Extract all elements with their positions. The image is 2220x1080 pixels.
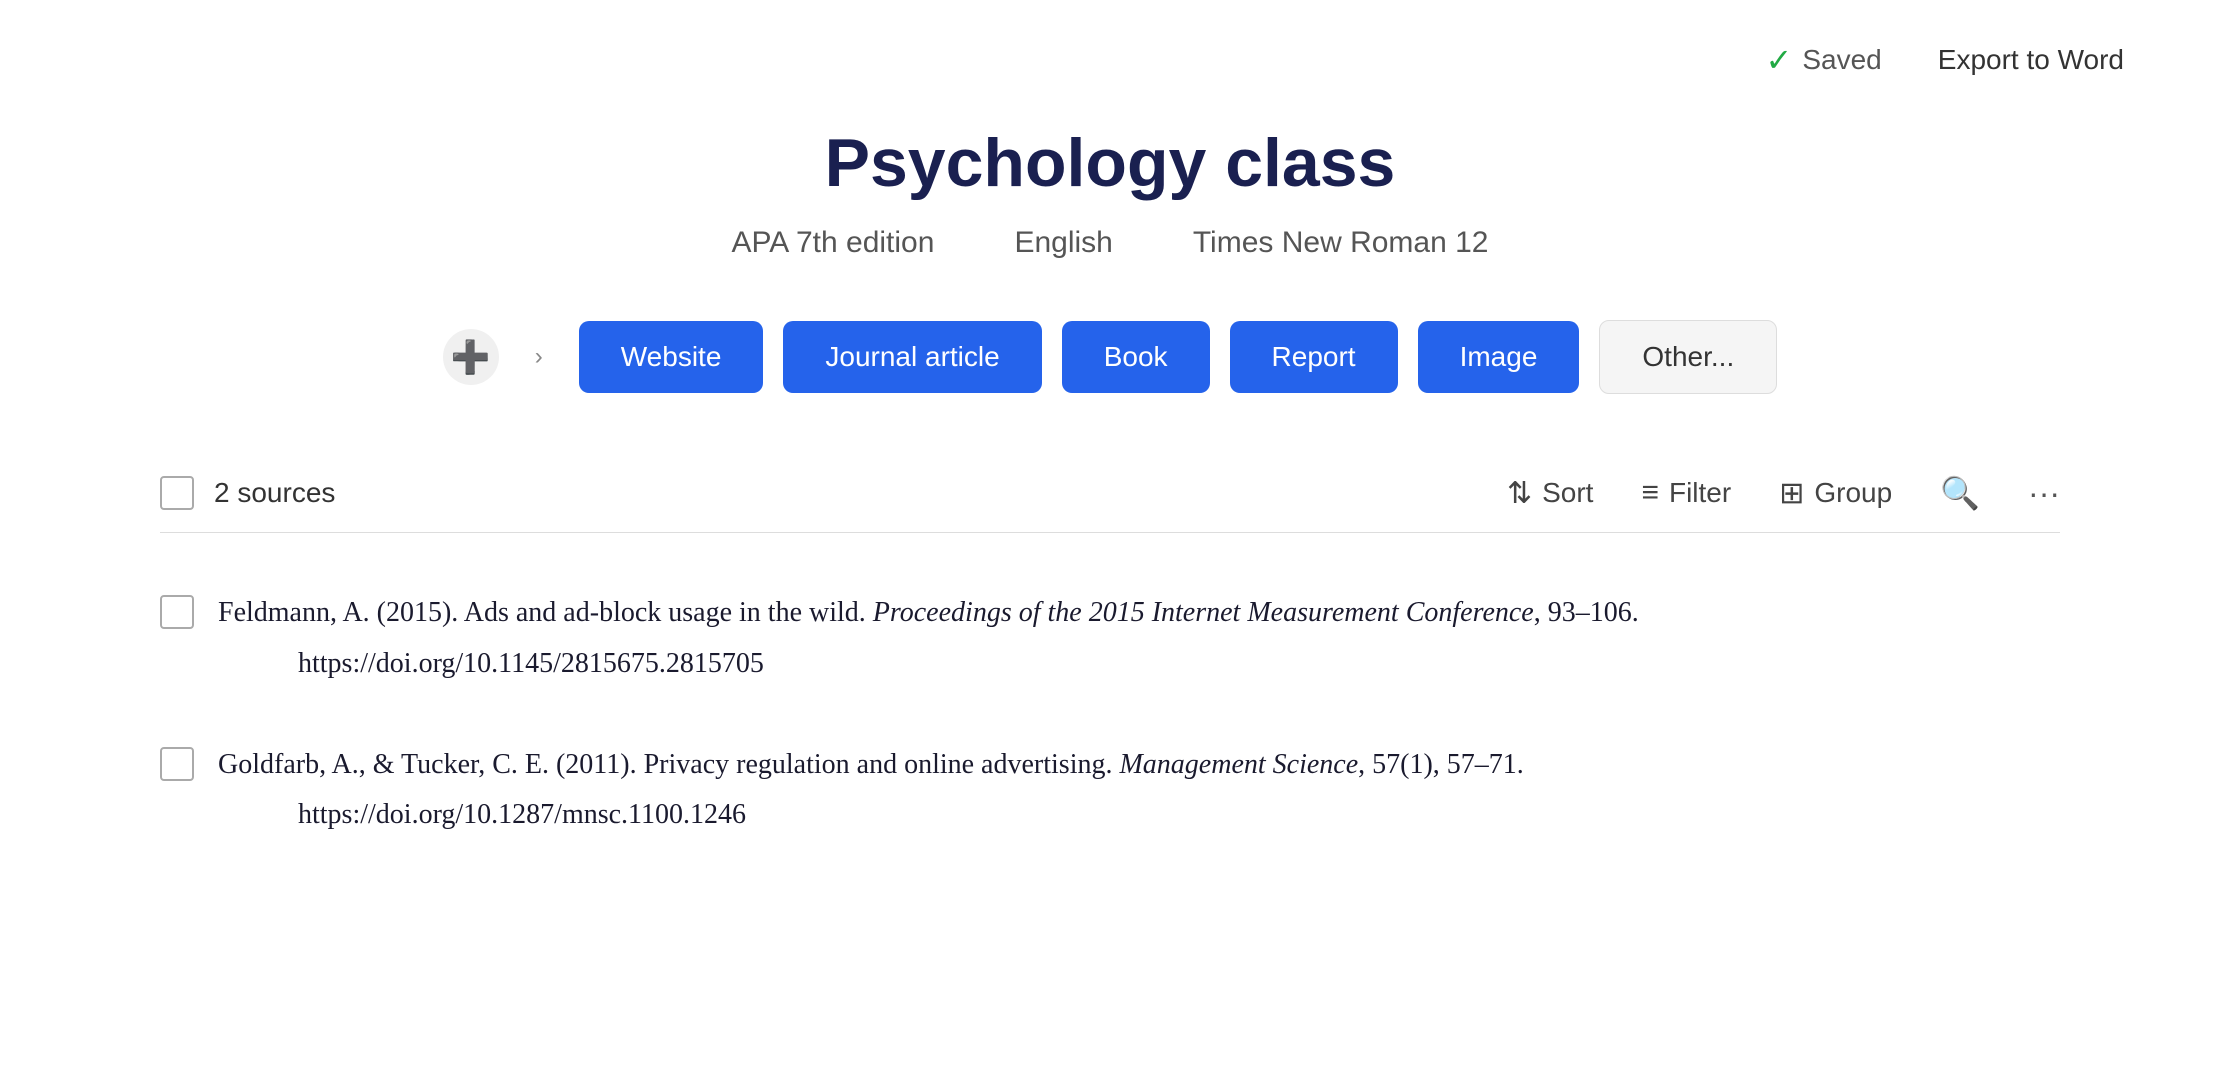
image-button[interactable]: Image [1418, 321, 1580, 393]
sources-left: 2 sources [160, 476, 335, 510]
font-label: Times New Roman 12 [1193, 226, 1489, 260]
group-label: Group [1814, 477, 1892, 509]
sources-right: ⇅ Sort ≡ Filter ⊞ Group 🔍 ··· [1507, 474, 2060, 512]
filter-icon: ≡ [1641, 476, 1659, 510]
website-button[interactable]: Website [579, 321, 764, 393]
table-row: Goldfarb, A., & Tucker, C. E. (2011). Pr… [160, 715, 2060, 867]
language-label: English [1014, 226, 1112, 260]
plus-icon: ➕ [451, 338, 491, 376]
citation-1-before-italic: Feldmann, A. (2015). Ads and ad-block us… [218, 597, 873, 628]
group-button[interactable]: ⊞ Group [1779, 476, 1892, 511]
citation-text-1: Feldmann, A. (2015). Ads and ad-block us… [218, 591, 1639, 687]
other-button[interactable]: Other... [1599, 320, 1777, 394]
source-type-row: ➕ › Website Journal article Book Report … [443, 320, 1777, 394]
check-icon: ✓ [1766, 41, 1793, 79]
sources-section: 2 sources ⇅ Sort ≡ Filter ⊞ Group 🔍 [160, 454, 2060, 886]
main-content: Psychology class APA 7th edition English… [0, 104, 2220, 926]
saved-indicator: ✓ Saved [1766, 41, 1882, 79]
sort-label: Sort [1542, 477, 1593, 509]
search-icon: 🔍 [1940, 475, 1980, 511]
table-row: Feldmann, A. (2015). Ads and ad-block us… [160, 563, 2060, 715]
citation-2-italic: Management Science [1119, 749, 1358, 780]
select-all-checkbox[interactable] [160, 476, 194, 510]
search-button[interactable]: 🔍 [1940, 474, 1980, 512]
sources-toolbar: 2 sources ⇅ Sort ≡ Filter ⊞ Group 🔍 [160, 454, 2060, 533]
top-bar: ✓ Saved Export to Word [0, 0, 2220, 104]
page-title: Psychology class [825, 124, 1396, 202]
more-icon: ··· [2028, 475, 2060, 511]
report-button[interactable]: Report [1230, 321, 1398, 393]
export-to-word-button[interactable]: Export to Word [1922, 36, 2140, 84]
citation-2-after-italic: , 57(1), 57–71. [1358, 749, 1524, 780]
citation-1-italic: Proceedings of the 2015 Internet Measure… [873, 597, 1534, 628]
subtitle-row: APA 7th edition English Times New Roman … [732, 226, 1489, 260]
book-button[interactable]: Book [1062, 321, 1210, 393]
citation-text-2: Goldfarb, A., & Tucker, C. E. (2011). Pr… [218, 743, 1524, 839]
filter-label: Filter [1669, 477, 1731, 509]
saved-label: Saved [1802, 44, 1881, 76]
journal-article-button[interactable]: Journal article [783, 321, 1041, 393]
chevron-right-btn[interactable]: › [519, 337, 559, 377]
sources-count: 2 sources [214, 477, 335, 509]
sort-button[interactable]: ⇅ Sort [1507, 476, 1594, 511]
citation-1-after-italic: , 93–106. [1534, 597, 1639, 628]
add-source-button[interactable]: ➕ [443, 329, 499, 385]
citation-checkbox-2[interactable] [160, 747, 194, 781]
citation-checkbox-1[interactable] [160, 595, 194, 629]
citation-1-doi: https://doi.org/10.1145/2815675.2815705 [298, 642, 1639, 687]
edition-label: APA 7th edition [732, 226, 935, 260]
group-icon: ⊞ [1779, 476, 1804, 511]
citation-2-before-italic: Goldfarb, A., & Tucker, C. E. (2011). Pr… [218, 749, 1119, 780]
citation-list: Feldmann, A. (2015). Ads and ad-block us… [160, 543, 2060, 886]
filter-button[interactable]: ≡ Filter [1641, 476, 1731, 510]
sort-icon: ⇅ [1507, 476, 1532, 511]
citation-2-doi: https://doi.org/10.1287/mnsc.1100.1246 [298, 793, 1524, 838]
more-options-button[interactable]: ··· [2028, 475, 2060, 512]
